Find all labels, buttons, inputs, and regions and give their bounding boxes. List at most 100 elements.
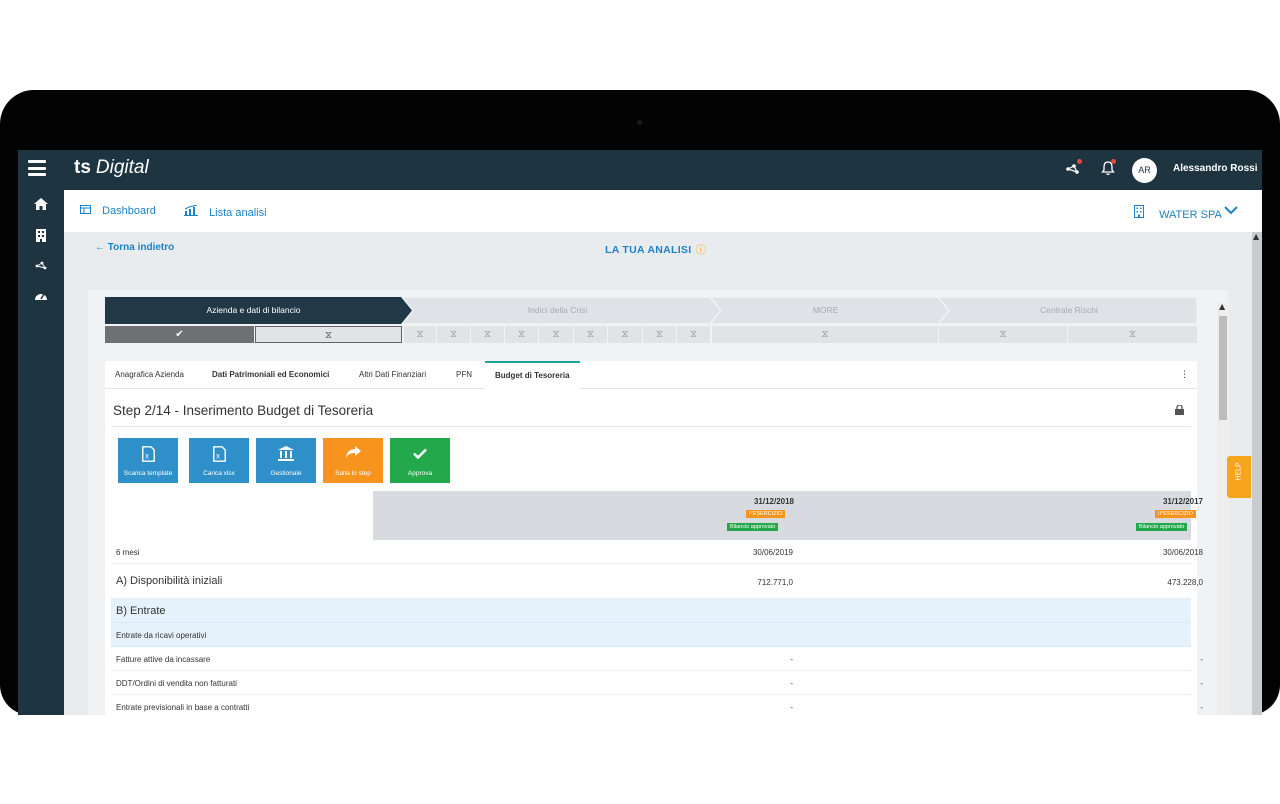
scroll-up-icon[interactable]: ▲ bbox=[1253, 232, 1259, 241]
back-link[interactable]: ← Torna indietro bbox=[95, 242, 174, 253]
scrollbar-thumb[interactable] bbox=[1219, 316, 1227, 420]
approve-label: Approva bbox=[407, 470, 433, 477]
status-badge-2: Bilancio approvato bbox=[1136, 523, 1188, 531]
content-card: Anagrafica Azienda Dati Patrimoniali ed … bbox=[105, 361, 1203, 715]
app-logo[interactable]: ts Digital bbox=[74, 157, 149, 179]
tab-company-info[interactable]: Anagrafica Azienda bbox=[115, 361, 184, 389]
substep-pending[interactable]: ⧖ bbox=[437, 326, 470, 343]
info-icon[interactable]: ⓘ bbox=[695, 244, 706, 256]
top-bar: ts Digital AR Alessandro Rossi bbox=[18, 150, 1262, 190]
check-icon bbox=[390, 446, 450, 464]
substep-pending[interactable]: ⧖ bbox=[608, 326, 642, 343]
network-badge bbox=[1077, 159, 1082, 164]
row-value[interactable]: - bbox=[701, 679, 793, 688]
help-button[interactable]: HELP bbox=[1227, 456, 1251, 498]
approve-button[interactable]: Approva bbox=[390, 438, 450, 483]
home-icon[interactable] bbox=[31, 198, 51, 214]
page-title: LA TUA ANALISI ⓘ bbox=[605, 242, 706, 257]
laptop-frame: ts Digital AR Alessandro Rossi Dashboard… bbox=[0, 90, 1280, 715]
sub-header: Dashboard Lista analisi WATER SPA bbox=[64, 190, 1262, 232]
management-label: Gestionale bbox=[270, 470, 302, 477]
column-date-2: 31/12/2017 bbox=[1162, 497, 1203, 506]
subsection-row: Entrate da ricavi operativi bbox=[111, 623, 1191, 647]
dashboard-label: Dashboard bbox=[102, 205, 156, 217]
table-row: DDT/Ordini di vendita non fatturati - - bbox=[111, 671, 1203, 695]
substep-cr-2[interactable]: ⧖ bbox=[1068, 326, 1197, 343]
upload-xlsx-button[interactable]: x Carica xlsx bbox=[189, 438, 249, 483]
row-value[interactable]: - bbox=[701, 655, 793, 664]
step-central-risk[interactable]: Centrale Rischi bbox=[941, 297, 1197, 324]
section-label: B) Entrate bbox=[116, 605, 166, 617]
row-label: Entrate previsionali in base a contratti bbox=[116, 703, 250, 712]
table-row: Fatture attive da incassare - - bbox=[111, 647, 1203, 671]
page-title-text: LA TUA ANALISI bbox=[605, 244, 692, 256]
row-label: Fatture attive da incassare bbox=[116, 655, 211, 664]
tab-pfn[interactable]: PFN bbox=[456, 361, 472, 389]
svg-text:x: x bbox=[145, 452, 149, 461]
upload-xlsx-label: Carica xlsx bbox=[203, 470, 235, 477]
table-row: Entrate previsionali in base a contratti… bbox=[111, 695, 1203, 715]
tab-other-financial[interactable]: Altri Dati Finanziari bbox=[359, 361, 426, 389]
exercise-badge-2: II°ESERCIZIO bbox=[1155, 510, 1196, 518]
scroll-up-icon[interactable]: ▲ bbox=[1219, 302, 1225, 311]
step-crisis-index[interactable]: Indici della Crisi bbox=[405, 297, 710, 324]
company-name: WATER SPA bbox=[1159, 209, 1222, 221]
substep-pending[interactable]: ⧖ bbox=[574, 326, 607, 343]
section-row: B) Entrate bbox=[111, 599, 1191, 623]
exercise-badge-1: I°ESERCIZIO bbox=[746, 510, 786, 518]
building-icon[interactable] bbox=[31, 229, 51, 246]
lock-icon[interactable] bbox=[1175, 404, 1184, 418]
avatar[interactable]: AR bbox=[1132, 158, 1157, 183]
tab-financial-data[interactable]: Dati Patrimoniali ed Economici bbox=[212, 361, 329, 389]
tab-budget[interactable]: Budget di Tesoreria bbox=[485, 361, 580, 389]
row-value[interactable]: - bbox=[1111, 679, 1203, 688]
analyses-label: Lista analisi bbox=[209, 207, 267, 219]
share-arrow-icon bbox=[323, 446, 383, 464]
step-company[interactable]: Azienda e dati di bilancio bbox=[105, 297, 402, 324]
substep-done[interactable]: ✔ bbox=[105, 326, 254, 343]
analyses-link[interactable]: Lista analisi bbox=[184, 204, 267, 219]
substep-more[interactable]: ⧖ bbox=[712, 326, 938, 343]
camera bbox=[637, 120, 642, 125]
nodes-icon[interactable] bbox=[31, 259, 51, 275]
outer-scrollbar[interactable]: ▲ bbox=[1252, 232, 1262, 715]
chart-icon bbox=[184, 204, 201, 219]
row-value[interactable]: - bbox=[1111, 655, 1203, 664]
substep-pending[interactable]: ⧖ bbox=[505, 326, 538, 343]
substep-pending[interactable]: ⧖ bbox=[471, 326, 504, 343]
user-name[interactable]: Alessandro Rossi bbox=[1173, 163, 1257, 174]
hamburger-icon[interactable] bbox=[28, 160, 46, 176]
chevron-down-icon[interactable] bbox=[1224, 200, 1238, 219]
management-button[interactable]: Gestionale bbox=[256, 438, 316, 483]
row-value: 30/06/2019 bbox=[752, 548, 793, 557]
kebab-icon[interactable]: ⋮ bbox=[1180, 370, 1189, 380]
substep-current[interactable]: ⧖ bbox=[255, 326, 402, 343]
row-label: DDT/Ordini di vendita non fatturati bbox=[116, 679, 237, 688]
panel-scrollbar[interactable]: ▲ bbox=[1217, 302, 1229, 715]
download-template-button[interactable]: x Scarica template bbox=[118, 438, 178, 483]
substep-cr-1[interactable]: ⧖ bbox=[939, 326, 1067, 343]
dashboard-link[interactable]: Dashboard bbox=[80, 205, 156, 217]
company-selector[interactable]: WATER SPA bbox=[1134, 205, 1222, 221]
skip-step-button[interactable]: Salta lo step bbox=[323, 438, 383, 483]
substep-pending[interactable]: ⧖ bbox=[539, 326, 573, 343]
download-template-label: Scarica template bbox=[123, 470, 173, 477]
status-badge-1: Bilancio approvato bbox=[727, 523, 779, 531]
substep-pending[interactable]: ⧖ bbox=[677, 326, 710, 343]
company-building-icon bbox=[1134, 205, 1147, 221]
row-value: 473.228,0 bbox=[1167, 578, 1203, 587]
gauge-icon[interactable] bbox=[31, 290, 51, 306]
row-value[interactable]: - bbox=[1111, 703, 1203, 712]
table-row: 6 mesi 30/06/2019 30/06/2018 bbox=[111, 540, 1203, 564]
row-value[interactable]: - bbox=[701, 703, 793, 712]
step-more[interactable]: MORE bbox=[713, 297, 938, 324]
table-row: A) Disponibilità iniziali 712.771,0 473.… bbox=[111, 564, 1203, 599]
row-label: 6 mesi bbox=[116, 548, 140, 557]
row-value: 712.771,0 bbox=[757, 578, 793, 587]
substep-pending[interactable]: ⧖ bbox=[404, 326, 436, 343]
excel-icon: x bbox=[118, 446, 178, 464]
bank-icon bbox=[256, 446, 316, 464]
skip-step-label: Salta lo step bbox=[335, 470, 371, 477]
substep-pending[interactable]: ⧖ bbox=[643, 326, 676, 343]
help-label: HELP bbox=[1235, 462, 1243, 481]
